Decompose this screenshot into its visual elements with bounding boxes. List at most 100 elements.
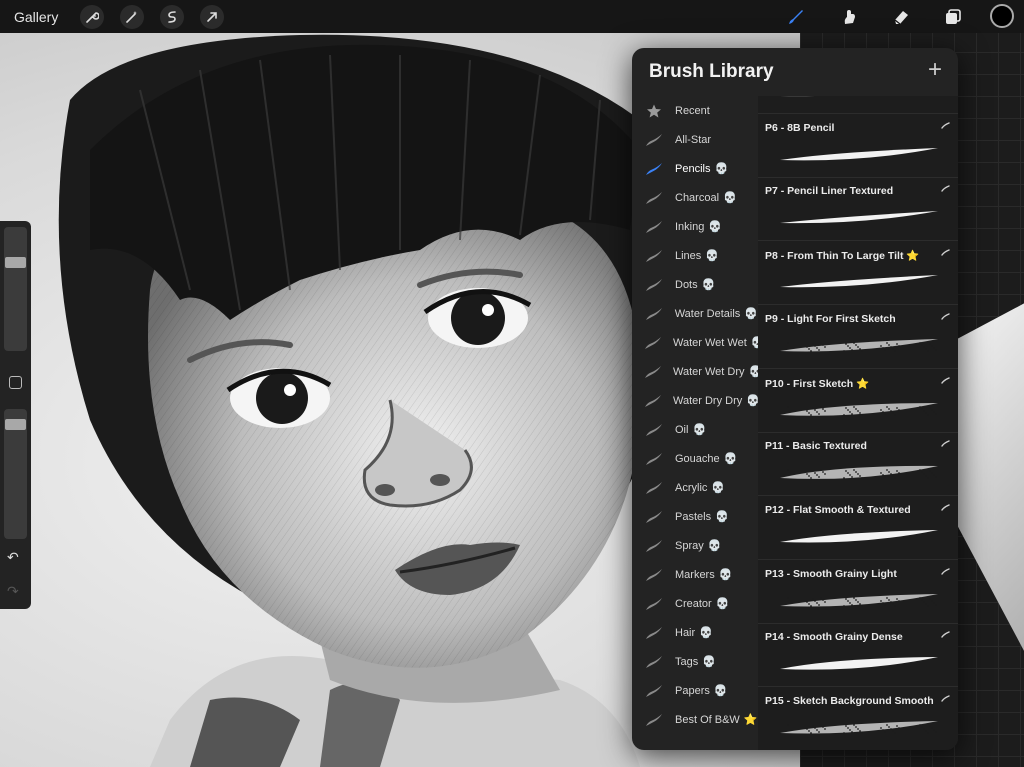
brush-set-label: Oil — [675, 423, 689, 436]
skull-badge-icon: 💀 — [702, 656, 716, 668]
brush-name: P9 - Light For First Sketch — [765, 312, 896, 325]
brush-item[interactable]: P9 - Light For First Sketch — [758, 307, 958, 369]
skull-badge-icon: 💀 — [718, 569, 733, 581]
brush-stroke-preview — [780, 147, 938, 161]
brush-set-label: Pencils — [675, 162, 711, 175]
skull-badge-icon: 💀 — [692, 424, 707, 436]
imported-brush-icon — [941, 248, 950, 258]
brush-stroke-preview — [780, 593, 938, 607]
brush-stroke-icon — [644, 684, 664, 698]
transform-arrow-icon[interactable] — [200, 4, 224, 29]
brush-set-item[interactable]: Charcoal 💀 — [632, 183, 758, 212]
wrench-icon[interactable] — [80, 4, 104, 29]
modify-square-button[interactable] — [9, 376, 22, 389]
brush-set-item[interactable]: Water Wet Wet 💀 — [632, 328, 758, 357]
brush-set-item[interactable]: Hair 💀 — [632, 618, 758, 647]
brush-stroke-icon — [644, 133, 664, 147]
brush-set-item[interactable]: Oil 💀 — [632, 415, 758, 444]
brush-set-label: Papers — [675, 684, 710, 697]
brush-set-label: Inking — [675, 220, 705, 233]
brush-name: P6 - 8B Pencil — [765, 121, 835, 134]
brush-item[interactable]: P12 - Flat Smooth & Textured — [758, 498, 958, 560]
skull-badge-icon: 💀 — [723, 453, 738, 465]
imported-brush-icon — [941, 312, 950, 322]
magic-wand-icon[interactable] — [120, 4, 144, 29]
brush-size-slider-thumb[interactable] — [5, 257, 26, 269]
brush-item[interactable]: P8 - From Thin To Large Tilt ⭐ — [758, 243, 958, 306]
brush-set-item[interactable]: Acrylic 💀 — [632, 473, 758, 502]
brush-set-label: Gouache — [675, 452, 720, 465]
brush-set-label: Charcoal — [675, 191, 720, 204]
imported-brush-icon — [941, 121, 950, 131]
redo-button[interactable]: ↷ — [7, 583, 19, 600]
brush-item[interactable]: P7 - Pencil Liner Textured — [758, 179, 958, 242]
brush-set-label: Water Details — [674, 307, 741, 320]
skull-badge-icon: 💀 — [748, 366, 758, 378]
brush-set-item[interactable]: Water Details 💀 — [632, 299, 758, 328]
undo-button[interactable]: ↶ — [7, 549, 19, 566]
brush-set-label: Water Wet Wet — [673, 336, 747, 349]
opacity-slider-thumb[interactable] — [5, 419, 26, 431]
brush-stroke-preview — [780, 96, 814, 97]
gallery-button[interactable]: Gallery — [14, 9, 64, 25]
brush-item[interactable]: P11 - Basic Textured — [758, 434, 958, 497]
brush-set-item[interactable]: Papers 💀 — [632, 676, 758, 705]
brush-set-item[interactable]: Spray 💀 — [632, 531, 758, 560]
brush-set-item[interactable]: Recent — [632, 96, 758, 125]
skull-badge-icon: 💀 — [713, 685, 728, 697]
skull-badge-icon: 💀 — [715, 598, 730, 610]
brush-name: P11 - Basic Textured — [765, 440, 867, 453]
brush-item[interactable]: P6 - 8B Pencil — [758, 116, 958, 178]
brush-item[interactable]: P13 - Smooth Grainy Light — [758, 562, 958, 624]
brush-name: P12 - Flat Smooth & Textured — [765, 503, 911, 516]
brush-stroke-preview — [780, 402, 938, 416]
top-toolbar: Gallery — [0, 0, 1024, 33]
brush-stroke-icon — [644, 423, 664, 437]
brush-set-item[interactable]: Markers 💀 — [632, 560, 758, 589]
left-sidebar: ↶ ↷ — [0, 221, 31, 609]
opacity-slider[interactable] — [4, 409, 27, 539]
imported-brush-icon — [941, 630, 950, 640]
brush-stroke-icon — [644, 713, 664, 727]
brush-size-slider[interactable] — [4, 227, 27, 351]
skull-badge-icon: 💀 — [711, 482, 726, 494]
layers-icon[interactable] — [941, 5, 965, 29]
add-brush-set-button[interactable]: + — [928, 56, 942, 84]
brush-stroke-icon — [644, 249, 664, 263]
brush-set-item[interactable]: Gouache 💀 — [632, 444, 758, 473]
skull-badge-icon: 💀 — [723, 192, 737, 204]
skull-badge-icon: 💀 — [708, 221, 723, 233]
brush-set-item[interactable]: Water Dry Dry 💀 — [632, 386, 758, 415]
brush-item[interactable]: P14 - Smooth Grainy Dense — [758, 625, 958, 688]
brush-set-label: Tags — [675, 655, 699, 668]
brush-icon[interactable] — [784, 5, 808, 29]
brush-set-item[interactable]: Tags 💀 — [632, 647, 758, 676]
brush-set-item[interactable]: Dots 💀 — [632, 270, 758, 299]
panel-title: Brush Library — [649, 61, 774, 82]
brush-set-item[interactable]: Pastels 💀 — [632, 502, 758, 531]
brush-set-item[interactable]: Best Of B&W ⭐ — [632, 705, 758, 734]
brush-set-item[interactable]: All-Star — [632, 125, 758, 154]
brush-set-item[interactable]: Water Wet Dry 💀 — [632, 357, 758, 386]
skull-badge-icon: 💀 — [715, 511, 729, 523]
brush-set-item[interactable]: Lines 💀 — [632, 241, 758, 270]
brush-set-item[interactable]: Creator 💀 — [632, 589, 758, 618]
brush-name: P15 - Sketch Background Smooth — [765, 695, 934, 707]
brush-stroke-icon — [644, 336, 662, 350]
smudge-icon[interactable] — [837, 5, 861, 29]
brush-set-item[interactable]: Pencils 💀 — [632, 154, 758, 183]
brush-stroke-icon — [644, 307, 664, 321]
brush-item[interactable]: P10 - First Sketch ⭐ — [758, 371, 958, 433]
brush-set-label: Markers — [675, 568, 715, 581]
brush-item[interactable] — [758, 96, 958, 114]
brush-set-item[interactable]: Inking 💀 — [632, 212, 758, 241]
imported-brush-icon — [941, 439, 950, 449]
color-swatch[interactable] — [990, 4, 1014, 28]
selection-icon[interactable] — [160, 4, 184, 29]
skull-badge-icon: 💀 — [707, 540, 722, 552]
brush-set-label: Dots — [675, 278, 698, 291]
eraser-icon[interactable] — [889, 5, 913, 29]
brush-item[interactable]: P15 - Sketch Background Smooth — [758, 689, 958, 750]
skull-badge-icon: 💀 — [746, 395, 758, 407]
brush-set-label: Pastels — [675, 510, 712, 523]
